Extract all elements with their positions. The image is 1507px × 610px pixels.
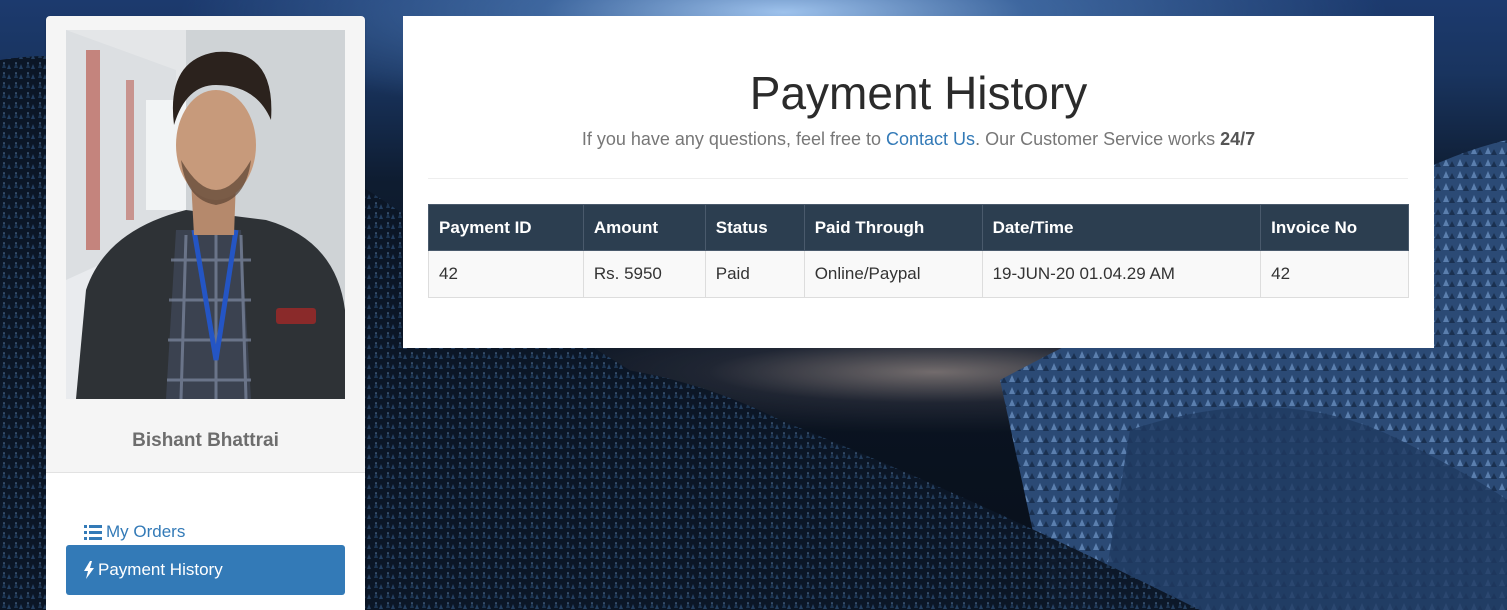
bolt-icon: [84, 561, 94, 579]
column-header-status: Status: [704, 204, 805, 251]
page-title: Payment History: [749, 67, 1088, 119]
profile-name: Bishant Bhattrai: [132, 430, 279, 451]
column-header-date-time: Date/Time: [981, 204, 1262, 251]
page-subtitle: If you have any questions, feel free to …: [403, 129, 1434, 150]
divider: [428, 178, 1408, 179]
table-row: 42 Rs. 5950 Paid Online/Paypal 19-JUN-20…: [428, 250, 1409, 298]
payment-history-panel: Payment History If you have any question…: [403, 16, 1434, 348]
sidebar-item-label: My Orders: [106, 522, 186, 541]
list-icon: [84, 524, 102, 540]
cell-date-time: 19-JUN-20 01.04.29 AM: [981, 250, 1262, 298]
table-header-row: Payment ID Amount Status Paid Through Da…: [428, 204, 1409, 251]
cell-status: Paid: [704, 250, 805, 298]
cell-payment-id: 42: [428, 250, 584, 298]
payment-history-table: Payment ID Amount Status Paid Through Da…: [428, 204, 1409, 298]
column-header-payment-id: Payment ID: [428, 204, 584, 251]
profile-photo: [66, 30, 345, 399]
profile-sidebar: Bishant Bhattrai My Orders Payment Histo…: [46, 16, 365, 610]
support-hours: 24/7: [1220, 129, 1256, 149]
subtitle-middle: . Our Customer Service works: [975, 129, 1221, 149]
cell-amount: Rs. 5950: [582, 250, 706, 298]
contact-us-link[interactable]: Contact Us: [886, 129, 975, 149]
cell-paid-through: Online/Paypal: [803, 250, 983, 298]
column-header-amount: Amount: [582, 204, 706, 251]
column-header-invoice-no: Invoice No: [1260, 204, 1409, 251]
cell-invoice-no: 42: [1260, 250, 1409, 298]
subtitle-prefix: If you have any questions, feel free to: [581, 129, 887, 149]
sidebar-item-label: Payment History: [98, 560, 223, 579]
sidebar-menu: My Orders Payment History: [46, 472, 365, 610]
sidebar-item-payment-history[interactable]: Payment History: [66, 545, 345, 595]
column-header-paid-through: Paid Through: [803, 204, 983, 251]
